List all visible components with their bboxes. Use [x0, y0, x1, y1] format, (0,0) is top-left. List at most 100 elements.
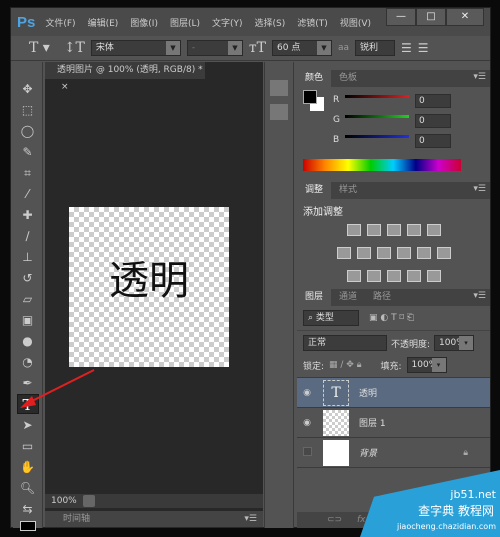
healing-tool-icon[interactable]: ✚ [17, 205, 39, 225]
close-button[interactable]: ✕ [446, 8, 484, 26]
layer-row-background[interactable]: 背景 🔒︎ [297, 438, 490, 468]
color-panel-tabs: 颜色 色板 ▾☰ [297, 70, 490, 87]
fill-label: 填充: [380, 361, 402, 372]
panel-menu-icon[interactable]: ▾☰ [473, 184, 486, 194]
canvas[interactable]: 透明 [69, 207, 229, 367]
menu-filter[interactable]: 滤镜(T) [297, 16, 328, 29]
panel-menu-icon[interactable]: ▾☰ [244, 511, 257, 527]
brush-tool-icon[interactable]: ∕ [17, 226, 39, 246]
tab-swatches[interactable]: 色板 [331, 70, 365, 87]
tab-color[interactable]: 颜色 [297, 70, 332, 87]
fill-input[interactable]: 100% ▾ [406, 357, 447, 373]
stamp-tool-icon[interactable]: ⊥ [17, 247, 39, 267]
history-brush-icon[interactable]: ↺ [17, 268, 39, 288]
red-slider[interactable] [345, 95, 409, 98]
selective-color-icon[interactable] [406, 270, 421, 282]
layer-filter-select[interactable]: ⌕ 类型 [303, 310, 359, 326]
layer-row-layer1[interactable]: ◉ 图层 1 [297, 408, 490, 438]
tab-channels[interactable]: 通道 [331, 289, 365, 306]
align-center-icon[interactable]: ☰ [418, 41, 429, 55]
lasso-tool-icon[interactable]: ◯ [17, 121, 39, 141]
eraser-tool-icon[interactable]: ▱ [17, 289, 39, 309]
menu-view[interactable]: 视图(V) [340, 16, 371, 29]
toggle-orientation-icon[interactable]: ↕T [64, 40, 85, 56]
blue-slider[interactable] [345, 135, 409, 138]
maximize-button[interactable]: □ [416, 8, 446, 26]
levels-icon[interactable] [366, 224, 381, 236]
eye-icon[interactable]: ◉ [297, 418, 317, 428]
opacity-input[interactable]: 100% ▾ [434, 335, 475, 351]
green-value[interactable]: 0 [415, 114, 451, 128]
brightness-icon[interactable] [346, 224, 361, 236]
quick-select-tool-icon[interactable]: ✎ [17, 142, 39, 162]
font-style-select[interactable]: - ▼ [186, 40, 243, 56]
font-family-select[interactable]: 宋体 ▼ [90, 40, 181, 56]
link-icon[interactable]: ⊂⊃ [327, 515, 342, 525]
shape-tool-icon[interactable]: ▭ [17, 436, 39, 456]
fx-icon[interactable]: fx [357, 515, 366, 525]
blue-label: B [333, 135, 340, 145]
visibility-box[interactable] [297, 446, 317, 459]
layers-panel-tabs: 图层 通道 路径 ▾☰ [297, 289, 490, 306]
marquee-tool-icon[interactable]: ⬚ [17, 100, 39, 120]
gradient-map-icon[interactable] [426, 270, 441, 282]
invert-icon[interactable] [346, 270, 361, 282]
close-tab-icon[interactable]: × [61, 82, 69, 92]
crop-tool-icon[interactable]: ⌗ [17, 163, 39, 183]
blend-mode-select[interactable]: 正常 [303, 335, 387, 351]
antialias-select[interactable]: 锐利 [355, 40, 396, 56]
minimize-button[interactable]: — [386, 8, 416, 26]
history-panel-icon[interactable] [270, 80, 288, 96]
timeline-panel-tab[interactable]: 时间轴 ▾☰ [45, 511, 263, 527]
tab-adjustments[interactable]: 调整 [297, 182, 332, 199]
swap-colors-icon[interactable]: ⇆ [17, 499, 39, 519]
zoom-level[interactable]: 100% [51, 496, 77, 506]
red-value[interactable]: 0 [415, 94, 451, 108]
blue-value[interactable]: 0 [415, 134, 451, 148]
color-spectrum[interactable] [303, 159, 461, 171]
panel-menu-icon[interactable]: ▾☰ [473, 72, 486, 82]
layer-row-text[interactable]: ◉ T 透明 [297, 378, 490, 408]
tab-paths[interactable]: 路径 [365, 289, 399, 306]
vibrance-icon[interactable] [426, 224, 441, 236]
black-white-icon[interactable] [376, 247, 391, 259]
eye-icon[interactable]: ◉ [297, 388, 317, 398]
align-left-icon[interactable]: ☰ [401, 41, 412, 55]
color-balance-icon[interactable] [356, 247, 371, 259]
color-lookup-icon[interactable] [436, 247, 451, 259]
eyedropper-tool-icon[interactable]: ⁄ [17, 184, 39, 204]
adjust-panel-tabs: 调整 样式 ▾☰ [297, 182, 490, 199]
foreground-color-swatch[interactable] [303, 90, 317, 104]
hue-saturation-icon[interactable] [336, 247, 351, 259]
path-select-tool-icon[interactable]: ➤ [17, 415, 39, 435]
menu-edit[interactable]: 编辑(E) [88, 16, 119, 29]
panel-menu-icon[interactable]: ▾☰ [473, 291, 486, 301]
exposure-icon[interactable] [406, 224, 421, 236]
menu-type[interactable]: 文字(Y) [212, 16, 243, 29]
zoom-tool-icon[interactable]: 🔍︎ [17, 478, 39, 498]
menu-select[interactable]: 选择(S) [255, 16, 286, 29]
tab-styles[interactable]: 样式 [331, 182, 365, 199]
hand-tool-icon[interactable]: ✋ [17, 457, 39, 477]
move-tool-icon[interactable]: ✥ [17, 79, 39, 99]
filter-icons[interactable]: ▣ ◐ T ⌑ ⎗ [369, 313, 414, 323]
posterize-icon[interactable] [366, 270, 381, 282]
status-info-icon[interactable] [82, 495, 95, 507]
document-tab[interactable]: 透明图片 @ 100% (透明, RGB/8) * × [45, 62, 205, 92]
menu-image[interactable]: 图像(I) [130, 16, 158, 29]
curves-icon[interactable] [386, 224, 401, 236]
tab-layers[interactable]: 图层 [297, 289, 332, 306]
green-slider[interactable] [345, 115, 409, 118]
menu-file[interactable]: 文件(F) [45, 16, 75, 29]
threshold-icon[interactable] [386, 270, 401, 282]
properties-panel-icon[interactable] [270, 104, 288, 120]
blur-tool-icon[interactable]: ● [17, 331, 39, 351]
foreground-color-swatch[interactable] [19, 521, 36, 531]
menu-layer[interactable]: 图层(L) [170, 16, 200, 29]
font-size-select[interactable]: 60 点 ▼ [272, 40, 332, 56]
gradient-tool-icon[interactable]: ▣ [17, 310, 39, 330]
lock-icons[interactable]: ▦ ∕ ✥ 🔒︎ [329, 360, 361, 370]
channel-mixer-icon[interactable] [416, 247, 431, 259]
type-tool-preset-icon[interactable]: T ▾ [29, 40, 50, 56]
photo-filter-icon[interactable] [396, 247, 411, 259]
